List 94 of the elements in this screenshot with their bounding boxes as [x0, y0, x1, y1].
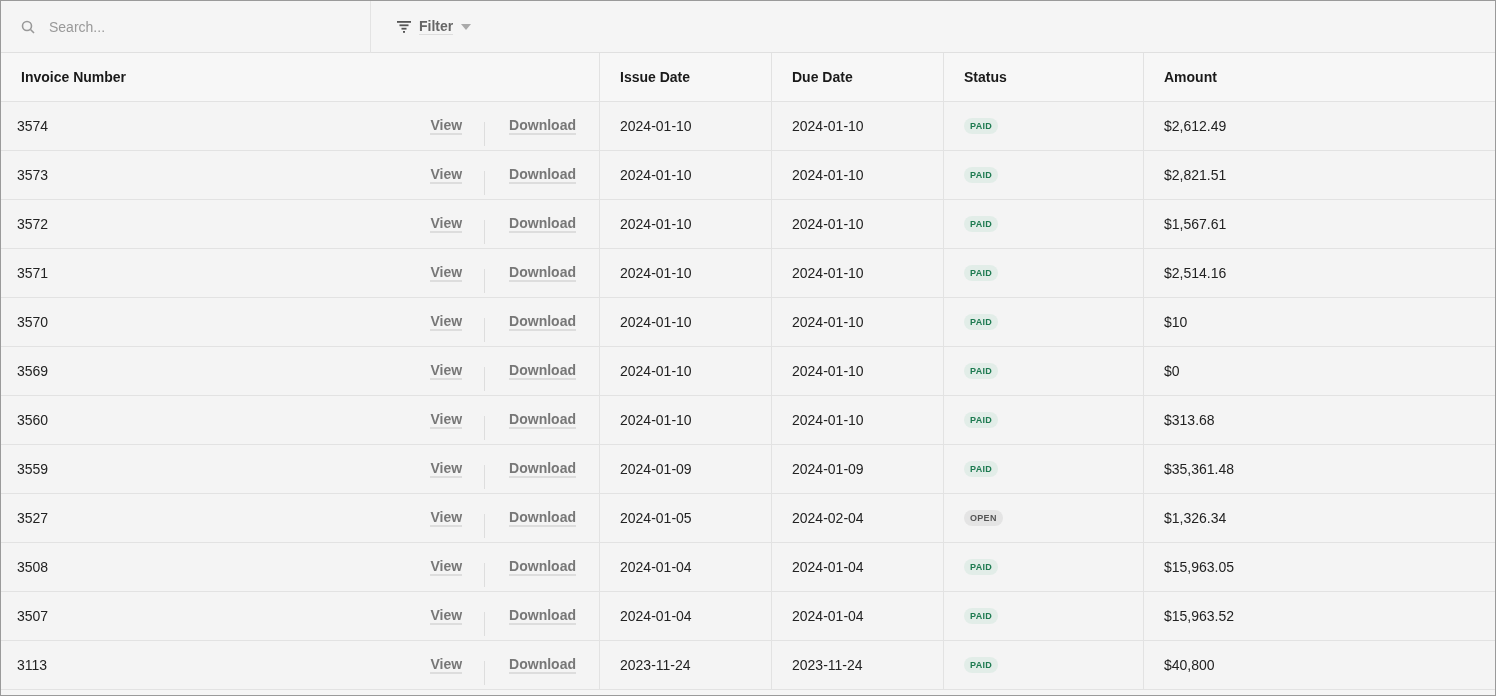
- issue-date: 2024-01-10: [620, 216, 692, 232]
- download-link[interactable]: Download: [509, 362, 576, 380]
- status-badge: PAID: [964, 314, 999, 330]
- download-link[interactable]: Download: [509, 509, 576, 527]
- view-link[interactable]: View: [430, 362, 463, 380]
- invoice-number: 3508: [17, 559, 49, 575]
- invoice-number: 3507: [17, 608, 49, 624]
- status-badge: PAID: [964, 461, 999, 477]
- issue-date: 2024-01-10: [620, 167, 692, 183]
- view-link[interactable]: View: [430, 509, 463, 527]
- issue-date: 2024-01-04: [620, 559, 692, 575]
- amount: $1,567.61: [1164, 216, 1227, 232]
- filter-icon: [397, 20, 411, 33]
- issue-date: 2024-01-10: [620, 363, 692, 379]
- view-link[interactable]: View: [430, 656, 463, 674]
- invoice-number: 3559: [17, 461, 49, 477]
- issue-date: 2024-01-10: [620, 314, 692, 330]
- download-link[interactable]: Download: [509, 460, 576, 478]
- download-link[interactable]: Download: [509, 656, 576, 674]
- invoice-number: 3569: [17, 363, 49, 379]
- download-link[interactable]: Download: [509, 264, 576, 282]
- search-icon: [21, 19, 35, 34]
- issue-date: 2023-11-24: [620, 657, 691, 673]
- amount: $15,963.05: [1164, 559, 1235, 575]
- view-link[interactable]: View: [430, 313, 463, 331]
- search-field[interactable]: Search...: [47, 17, 331, 36]
- view-link[interactable]: View: [430, 460, 463, 478]
- amount: $15,963.52: [1164, 608, 1235, 624]
- status-badge: PAID: [964, 118, 999, 134]
- invoice-number: 3574: [17, 118, 49, 134]
- view-link[interactable]: View: [430, 166, 463, 184]
- due-date: 2024-01-10: [792, 167, 864, 183]
- amount: $40,800: [1164, 657, 1215, 673]
- view-link[interactable]: View: [430, 607, 463, 625]
- issue-date: 2024-01-10: [620, 265, 692, 281]
- download-link[interactable]: Download: [509, 607, 576, 625]
- issue-date: 2024-01-09: [620, 461, 692, 477]
- download-link[interactable]: Download: [509, 117, 576, 135]
- download-link[interactable]: Download: [509, 558, 576, 576]
- column-header: Due Date: [792, 69, 853, 85]
- status-badge: PAID: [964, 608, 999, 624]
- column-header: Issue Date: [620, 69, 691, 85]
- download-link[interactable]: Download: [509, 166, 576, 184]
- amount: $10: [1164, 314, 1188, 330]
- download-link[interactable]: Download: [509, 313, 576, 331]
- download-link[interactable]: Download: [509, 411, 576, 429]
- issue-date: 2024-01-05: [620, 510, 692, 526]
- view-link[interactable]: View: [430, 264, 463, 282]
- view-link[interactable]: View: [430, 558, 463, 576]
- status-badge: PAID: [964, 657, 999, 673]
- amount: $2,821.51: [1164, 167, 1227, 183]
- invoice-number: 3113: [17, 657, 48, 673]
- status-badge: PAID: [964, 265, 999, 281]
- status-badge: PAID: [964, 216, 999, 232]
- amount: $2,612.49: [1164, 118, 1227, 134]
- due-date: 2024-01-10: [792, 363, 864, 379]
- status-badge: PAID: [964, 363, 999, 379]
- amount: $0: [1164, 363, 1180, 379]
- status-badge: PAID: [964, 167, 999, 183]
- amount: $35,361.48: [1164, 461, 1235, 477]
- due-date: 2024-01-10: [792, 412, 864, 428]
- view-link[interactable]: View: [430, 215, 463, 233]
- due-date: 2024-01-10: [792, 118, 864, 134]
- due-date: 2024-01-10: [792, 216, 864, 232]
- status-badge: PAID: [964, 412, 999, 428]
- amount: $313.68: [1164, 412, 1215, 428]
- due-date: 2024-01-04: [792, 559, 864, 575]
- view-link[interactable]: View: [430, 411, 463, 429]
- invoice-number: 3573: [17, 167, 49, 183]
- due-date: 2023-11-24: [792, 657, 863, 673]
- amount: $2,514.16: [1164, 265, 1227, 281]
- due-date: 2024-01-10: [792, 265, 864, 281]
- issue-date: 2024-01-04: [620, 608, 692, 624]
- status-badge: OPEN: [964, 510, 1003, 526]
- issue-date: 2024-01-10: [620, 118, 692, 134]
- issue-date: 2024-01-10: [620, 412, 692, 428]
- view-link[interactable]: View: [430, 117, 463, 135]
- invoice-number: 3571: [17, 265, 49, 281]
- caret-icon: [461, 23, 472, 30]
- invoice-number: 3527: [17, 510, 49, 526]
- status-badge: PAID: [964, 559, 999, 575]
- invoice-number: 3570: [17, 314, 49, 330]
- filter-button[interactable]: Filter: [395, 14, 474, 39]
- due-date: 2024-01-09: [792, 461, 864, 477]
- invoice-number: 3572: [17, 216, 49, 232]
- column-header: Status: [964, 69, 1007, 85]
- amount: $1,326.34: [1164, 510, 1227, 526]
- due-date: 2024-01-04: [792, 608, 864, 624]
- due-date: 2024-02-04: [792, 510, 864, 526]
- due-date: 2024-01-10: [792, 314, 864, 330]
- invoice-number: 3560: [17, 412, 49, 428]
- download-link[interactable]: Download: [509, 215, 576, 233]
- column-header: Amount: [1164, 69, 1217, 85]
- column-header: Invoice Number: [21, 69, 127, 85]
